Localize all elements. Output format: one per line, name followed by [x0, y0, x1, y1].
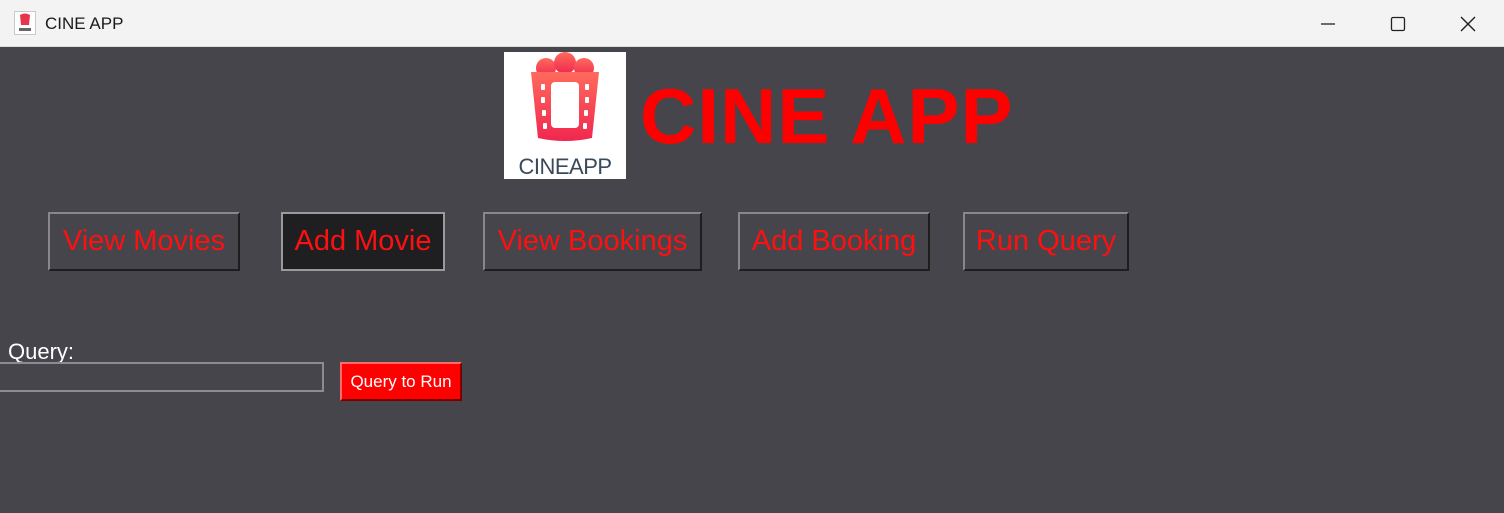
view-movies-button[interactable]: View Movies [48, 212, 240, 271]
minimize-icon [1321, 22, 1335, 25]
add-booking-button[interactable]: Add Booking [738, 212, 930, 271]
maximize-button[interactable] [1364, 0, 1432, 47]
cineapp-logo: CINEAPP [504, 52, 626, 179]
add-movie-button[interactable]: Add Movie [281, 212, 445, 271]
run-query-button[interactable]: Run Query [963, 212, 1129, 271]
window-title-bar: CINE APP [0, 0, 1504, 47]
close-icon [1460, 16, 1476, 31]
close-button[interactable] [1434, 0, 1502, 47]
query-input[interactable] [0, 362, 324, 392]
logo-text: CINEAPP [518, 154, 611, 179]
query-to-run-button[interactable]: Query to Run [340, 362, 462, 401]
app-icon [14, 11, 36, 35]
view-bookings-button[interactable]: View Bookings [483, 212, 702, 271]
window-title: CINE APP [45, 14, 124, 33]
minimize-button[interactable] [1294, 0, 1362, 47]
app-title: CINE APP [640, 72, 1014, 160]
maximize-icon [1390, 16, 1406, 31]
